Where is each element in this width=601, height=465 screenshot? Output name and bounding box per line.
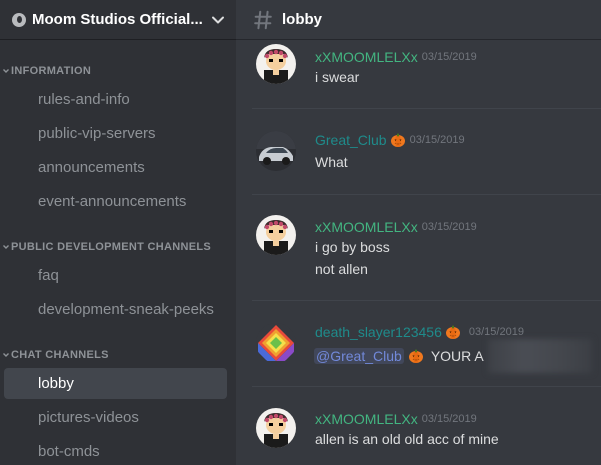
pumpkin-icon: [408, 348, 424, 364]
channel-name: event-announcements: [38, 193, 187, 210]
channel-lobby[interactable]: lobby: [4, 368, 227, 399]
channel-name: announcements: [38, 159, 145, 176]
category-label: INFORMATION: [11, 65, 92, 77]
hashtag-icon: [12, 91, 30, 109]
channel-sidebar: Moom Studios Official... INFORMATION rul…: [0, 0, 236, 465]
category-public-development[interactable]: PUBLIC DEVELOPMENT CHANNELS: [0, 239, 211, 255]
channel-name: bot-cmds: [38, 443, 100, 460]
pumpkin-icon: [445, 324, 461, 340]
channel-name: development-sneak-peeks: [38, 301, 214, 318]
message-text-after: YOUR A: [430, 348, 484, 364]
message-timestamp: 03/15/2019: [421, 413, 477, 425]
hashtag-locked-icon: [12, 301, 30, 319]
pumpkin-icon: [390, 132, 406, 148]
channel-name: faq: [38, 267, 59, 284]
hashtag-icon: [12, 409, 30, 427]
hashtag-icon: [12, 443, 30, 461]
message-divider: [252, 108, 601, 109]
chevron-down-icon: [0, 351, 11, 359]
channel-name: lobby: [38, 375, 74, 392]
message-timestamp: 03/15/2019: [409, 134, 465, 146]
message-divider: [252, 194, 601, 195]
avatar[interactable]: [256, 131, 296, 171]
channel-title: lobby: [282, 11, 322, 28]
avatar[interactable]: [256, 215, 296, 255]
channel-name: public-vip-servers: [38, 125, 156, 142]
chat-header: lobby: [236, 0, 601, 39]
category-label: CHAT CHANNELS: [11, 349, 109, 361]
channel-name: rules-and-info: [38, 91, 130, 108]
message-text: i go by boss: [315, 239, 390, 255]
message-divider: [252, 300, 601, 301]
message-text: allen is an old old acc of mine: [315, 431, 499, 447]
message-text: @Great_Club YOUR A: [314, 339, 592, 373]
avatar[interactable]: [256, 408, 296, 448]
message-timestamp: 03/15/2019: [421, 51, 477, 63]
channel-bot-cmds[interactable]: bot-cmds: [4, 436, 227, 465]
message-author[interactable]: xXMOOMLELXx: [315, 49, 418, 65]
message-author[interactable]: xXMOOMLELXx: [315, 219, 418, 235]
message-timestamp: 03/15/2019: [468, 326, 524, 338]
channel-development-sneak-peeks[interactable]: development-sneak-peeks: [4, 294, 227, 325]
hashtag-icon: [12, 193, 30, 211]
channel-faq[interactable]: faq: [4, 260, 227, 291]
chat-area: lobby xXMOOMLELXx 03/15/2019 i swear Gre…: [236, 0, 601, 465]
category-information[interactable]: INFORMATION: [0, 63, 91, 79]
message-author[interactable]: Great_Club: [315, 132, 387, 148]
category-chat-channels[interactable]: CHAT CHANNELS: [0, 347, 109, 363]
hashtag-icon: [12, 125, 30, 143]
message-text: i swear: [315, 69, 360, 85]
message-author[interactable]: death_slayer123456: [315, 324, 442, 340]
avatar[interactable]: [256, 323, 296, 363]
hashtag-icon: [12, 375, 30, 393]
blurred-content: [487, 339, 592, 373]
chevron-down-icon[interactable]: [210, 12, 226, 28]
server-header[interactable]: Moom Studios Official...: [0, 0, 236, 39]
message-text: What: [315, 154, 348, 170]
chevron-down-icon: [0, 67, 11, 75]
server-icon: [12, 12, 26, 27]
hashtag-locked-icon: [12, 267, 30, 285]
message-timestamp: 03/15/2019: [421, 221, 477, 233]
channel-public-vip-servers[interactable]: public-vip-servers: [4, 118, 227, 149]
channel-event-announcements[interactable]: event-announcements: [4, 186, 227, 217]
channel-announcements[interactable]: announcements: [4, 152, 227, 183]
channel-pictures-videos[interactable]: pictures-videos: [4, 402, 227, 433]
message-author[interactable]: xXMOOMLELXx: [315, 411, 418, 427]
hashtag-icon: [12, 159, 30, 177]
avatar[interactable]: [256, 44, 296, 84]
channel-name: pictures-videos: [38, 409, 139, 426]
channel-rules-and-info[interactable]: rules-and-info: [4, 84, 227, 115]
server-name: Moom Studios Official...: [32, 11, 203, 28]
hashtag-icon: [252, 9, 274, 31]
message-divider: [252, 386, 601, 387]
chevron-down-icon: [0, 243, 11, 251]
message-text: not allen: [315, 261, 368, 277]
category-label: PUBLIC DEVELOPMENT CHANNELS: [11, 241, 211, 253]
user-mention[interactable]: @Great_Club: [314, 348, 404, 364]
